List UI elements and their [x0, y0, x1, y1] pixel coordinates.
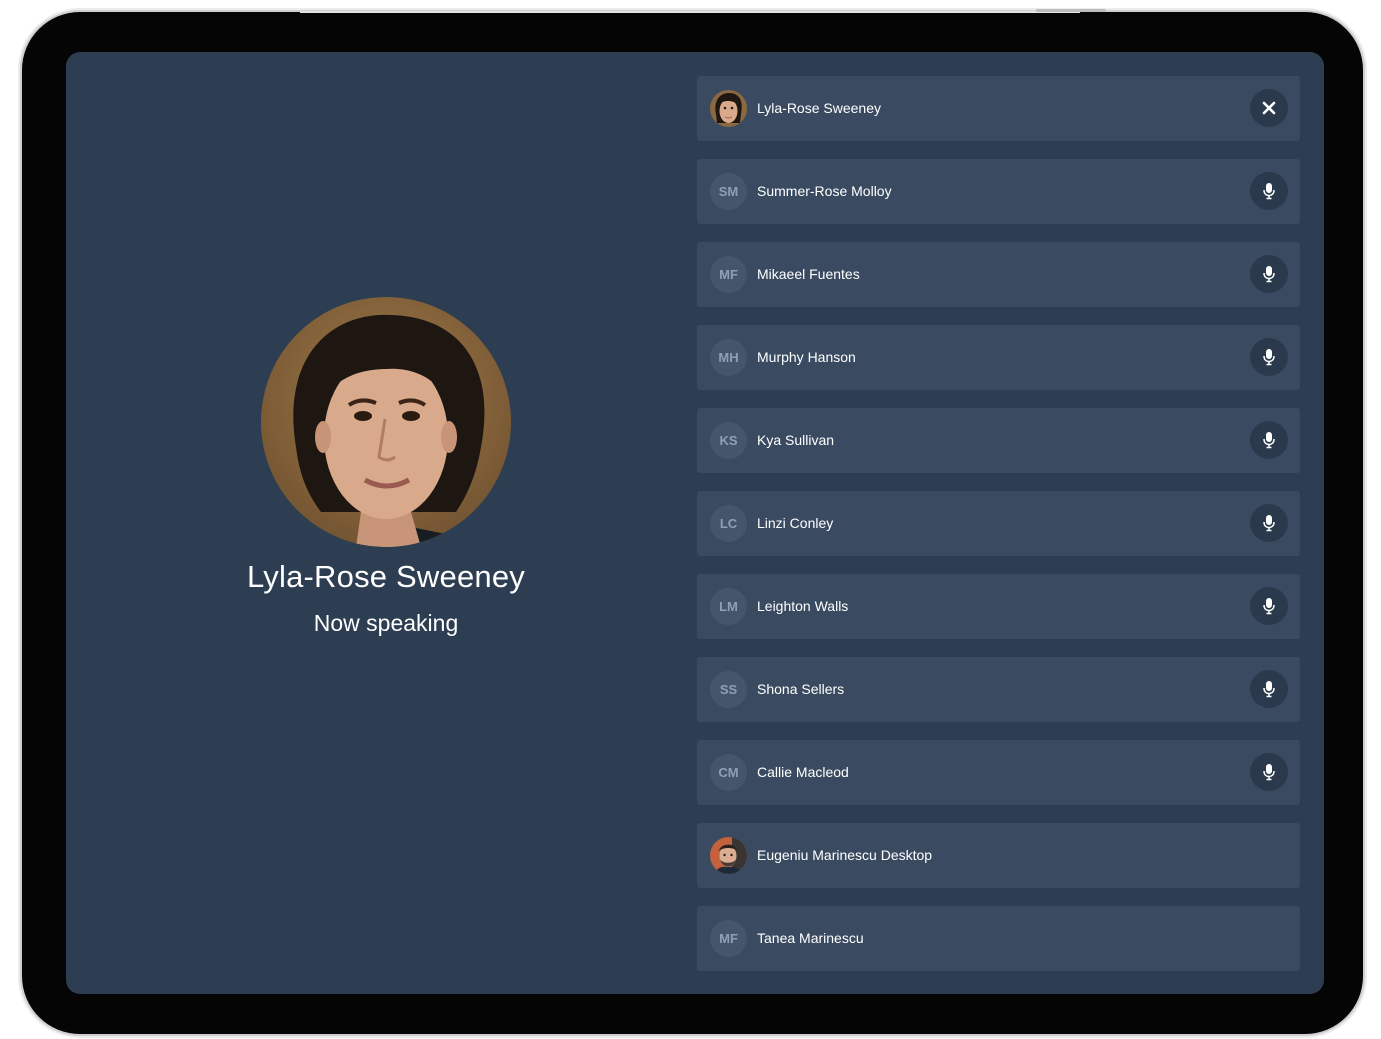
microphone-button[interactable]: [1250, 753, 1288, 791]
woman-portrait-photo: [261, 297, 511, 547]
participant-row[interactable]: MF Mikaeel Fuentes: [697, 242, 1300, 307]
participant-row[interactable]: Eugeniu Marinescu Desktop: [697, 823, 1300, 888]
microphone-icon: [1263, 266, 1275, 283]
initials-avatar: LM: [710, 588, 747, 625]
participant-row[interactable]: MH Murphy Hanson: [697, 325, 1300, 390]
call-screen: Lyla-Rose Sweeney Now speaking Lyla-Rose…: [66, 52, 1324, 994]
man-avatar-photo: [710, 837, 747, 874]
microphone-icon: [1263, 349, 1275, 366]
initials-avatar: LC: [710, 505, 747, 542]
initials-avatar: CM: [710, 754, 747, 791]
participant-row[interactable]: LC Linzi Conley: [697, 491, 1300, 556]
speaker-avatar: [261, 297, 511, 547]
participant-row[interactable]: CM Callie Macleod: [697, 740, 1300, 805]
participant-name: Eugeniu Marinescu Desktop: [757, 847, 933, 863]
participant-name: Leighton Walls: [757, 598, 849, 614]
participant-row[interactable]: SS Shona Sellers: [697, 657, 1300, 722]
microphone-button[interactable]: [1250, 670, 1288, 708]
initials-avatar: MH: [710, 339, 747, 376]
participant-list: Lyla-Rose Sweeney SM Summer-Rose Molloy …: [697, 76, 1300, 989]
close-button[interactable]: [1250, 89, 1288, 127]
participant-name: Shona Sellers: [757, 681, 845, 697]
participant-row[interactable]: LM Leighton Walls: [697, 574, 1300, 639]
initials-avatar: MF: [710, 256, 747, 293]
participant-row[interactable]: SM Summer-Rose Molloy: [697, 159, 1300, 224]
tablet-power-button: [1036, 9, 1106, 12]
microphone-icon: [1263, 183, 1275, 200]
microphone-icon: [1263, 432, 1275, 449]
woman-avatar-photo: [710, 90, 747, 127]
participant-name: Lyla-Rose Sweeney: [757, 100, 881, 116]
participant-row[interactable]: MF Tanea Marinescu: [697, 906, 1300, 971]
initials-avatar: SM: [710, 173, 747, 210]
participant-name: Callie Macleod: [757, 764, 849, 780]
microphone-icon: [1263, 681, 1275, 698]
microphone-button[interactable]: [1250, 421, 1288, 459]
participant-name: Mikaeel Fuentes: [757, 266, 860, 282]
participant-name: Murphy Hanson: [757, 349, 856, 365]
participant-name: Tanea Marinescu: [757, 930, 864, 946]
microphone-button[interactable]: [1250, 587, 1288, 625]
participant-avatar: [710, 90, 747, 127]
microphone-button[interactable]: [1250, 255, 1288, 293]
participant-avatar: [710, 837, 747, 874]
participant-row[interactable]: Lyla-Rose Sweeney: [697, 76, 1300, 141]
speaker-name: Lyla-Rose Sweeney: [247, 559, 525, 594]
microphone-icon: [1263, 764, 1275, 781]
microphone-icon: [1263, 598, 1275, 615]
microphone-icon: [1263, 515, 1275, 532]
participant-row[interactable]: KS Kya Sullivan: [697, 408, 1300, 473]
initials-avatar: MF: [710, 920, 747, 957]
speaker-status: Now speaking: [313, 610, 459, 636]
microphone-button[interactable]: [1250, 338, 1288, 376]
initials-avatar: SS: [710, 671, 747, 708]
close-icon: [1262, 101, 1276, 115]
active-speaker-panel: Lyla-Rose Sweeney Now speaking: [66, 52, 696, 994]
tablet-edge: [300, 11, 1080, 13]
participant-name: Linzi Conley: [757, 515, 834, 531]
initials-avatar: KS: [710, 422, 747, 459]
participant-name: Kya Sullivan: [757, 432, 835, 448]
participant-name: Summer-Rose Molloy: [757, 183, 892, 199]
microphone-button[interactable]: [1250, 504, 1288, 542]
microphone-button[interactable]: [1250, 172, 1288, 210]
